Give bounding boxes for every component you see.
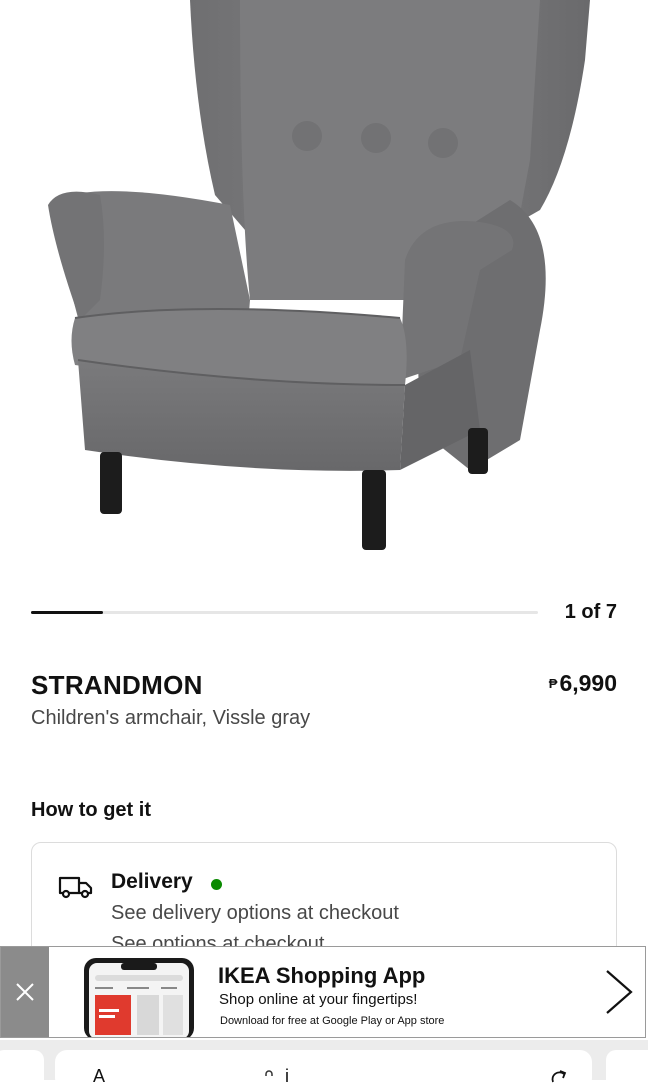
delivery-info: See delivery options at checkout <box>111 902 399 924</box>
how-to-get-it-heading: How to get it <box>31 799 151 821</box>
product-price: ₱6,990 <box>549 670 617 697</box>
chevron-right-icon[interactable] <box>601 969 635 1015</box>
product-description: Children's armchair, Vissle gray <box>31 707 311 729</box>
reader-mode-button[interactable]: A <box>93 1066 105 1087</box>
product-image[interactable] <box>0 0 648 570</box>
close-icon <box>16 983 34 1001</box>
banner-download-note: Download for free at Google Play or App … <box>220 1015 445 1027</box>
lock-icon <box>265 1070 273 1076</box>
app-screenshot-thumbnail <box>84 958 194 1037</box>
refresh-icon[interactable] <box>549 1068 569 1088</box>
browser-tab-previous[interactable] <box>0 1050 44 1090</box>
armchair-illustration <box>48 0 590 550</box>
address-bar[interactable]: A i <box>55 1050 592 1090</box>
product-name: STRANDMON <box>31 670 203 700</box>
image-counter: 1 of 7 <box>564 601 617 623</box>
close-banner-button[interactable] <box>1 947 49 1037</box>
price-value: 6,990 <box>559 670 617 696</box>
url-text: i <box>285 1066 289 1086</box>
browser-bottom-bar: A i <box>0 1040 648 1090</box>
app-download-banner[interactable]: IKEA Shopping App Shop online at your fi… <box>0 946 646 1038</box>
delivery-title: Delivery <box>111 870 193 893</box>
gallery-progress-track <box>31 611 538 614</box>
gallery-progress-fill <box>31 611 104 614</box>
banner-subtitle: Shop online at your fingertips! <box>219 991 418 1008</box>
currency-symbol: ₱ <box>548 676 558 691</box>
browser-tab-next[interactable] <box>606 1050 648 1090</box>
banner-title: IKEA Shopping App <box>218 963 426 988</box>
availability-dot <box>211 879 222 890</box>
truck-icon <box>58 876 93 899</box>
